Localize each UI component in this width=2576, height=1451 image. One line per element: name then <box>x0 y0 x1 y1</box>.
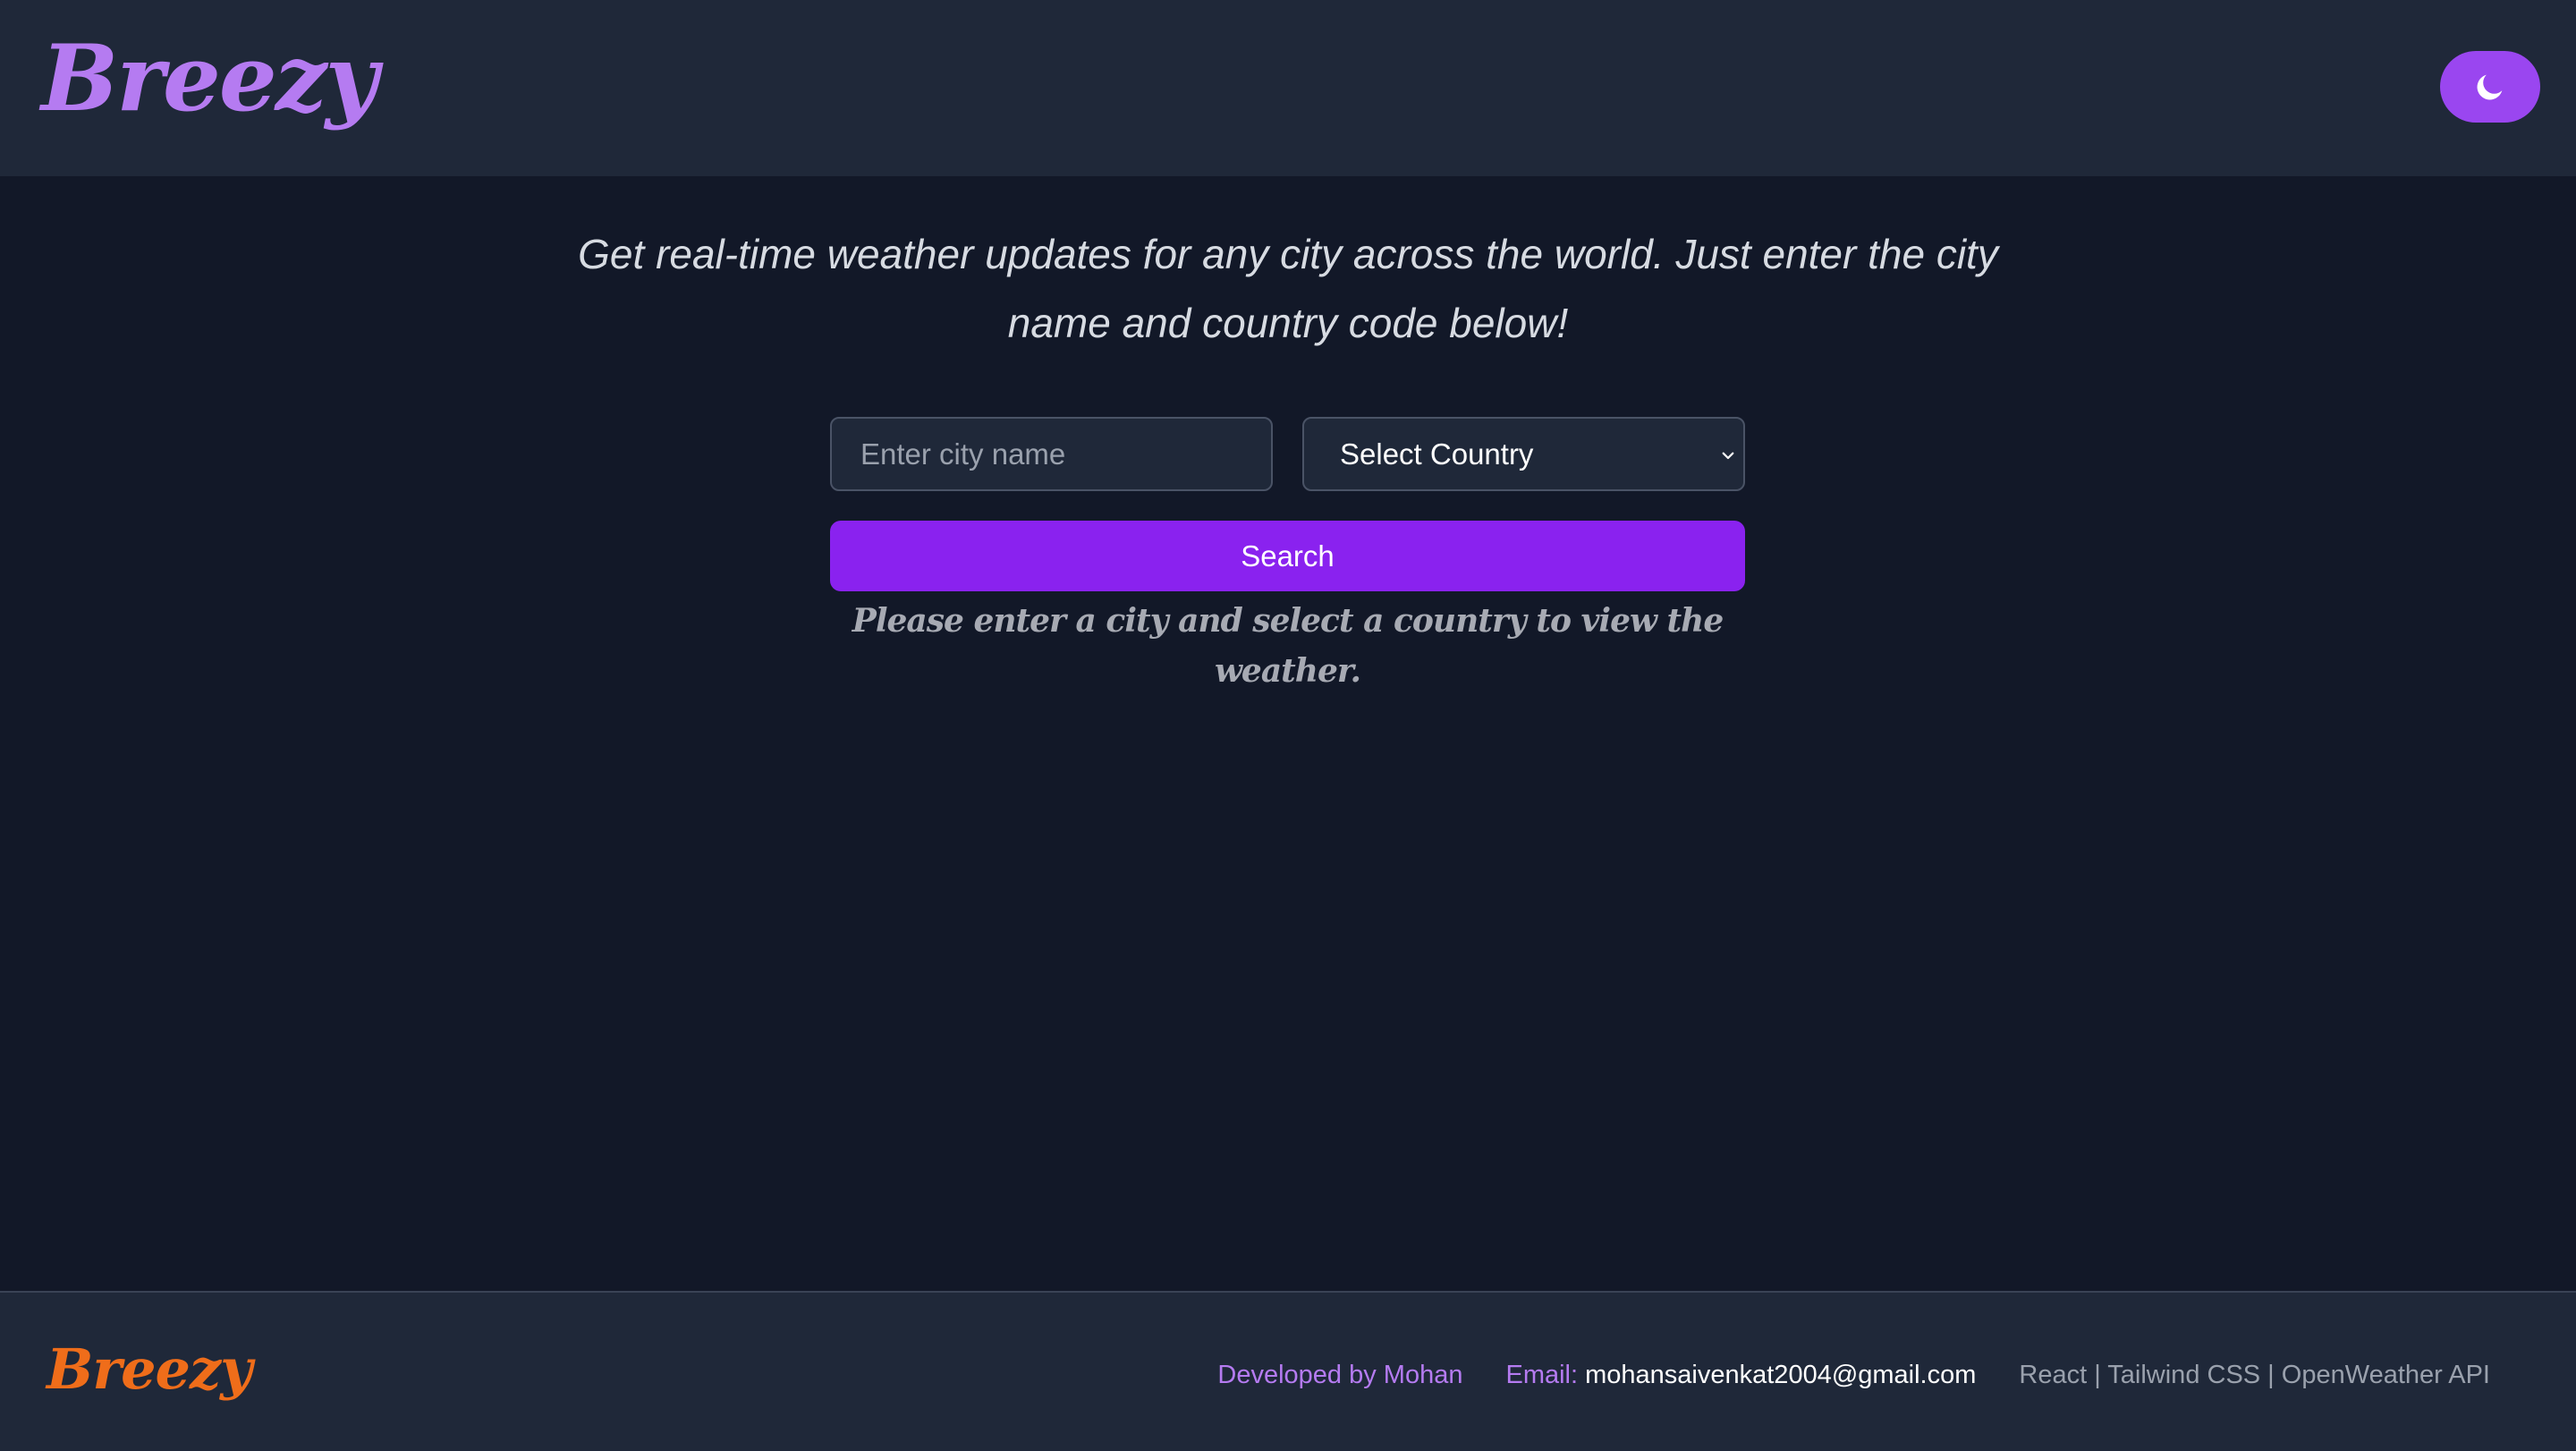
hint-message: Please enter a city and select a country… <box>852 602 1724 690</box>
page: Breezy Get real-time weather updates for… <box>0 0 2576 1451</box>
app-header: Breezy <box>0 0 2576 176</box>
email-link[interactable]: mohansaivenkat2004@gmail.com <box>1585 1361 1976 1389</box>
app-footer: Breezy Developed by Mohan Email: mohansa… <box>0 1291 2576 1451</box>
country-select[interactable]: Select Country <box>1302 417 1745 491</box>
footer-info: Developed by Mohan Email: mohansaivenkat… <box>1217 1357 2490 1393</box>
search-button[interactable]: Search <box>830 521 1745 591</box>
tech-stack: React | Tailwind CSS | OpenWeather API <box>2019 1361 2490 1389</box>
developer-credit: Developed by Mohan <box>1217 1361 1463 1389</box>
tagline: Get real-time weather updates for any ci… <box>578 231 1998 346</box>
chevron-down-icon <box>1722 452 1734 460</box>
theme-toggle-button[interactable] <box>2440 51 2540 123</box>
city-input[interactable] <box>830 417 1273 491</box>
moon-icon <box>2477 74 2503 100</box>
app-logo[interactable]: Breezy <box>41 20 378 139</box>
country-select-value: Select Country <box>1340 437 1534 471</box>
footer-logo: Breezy <box>47 1336 252 1402</box>
email-label: Email: <box>1505 1361 1579 1389</box>
email-info: Email: mohansaivenkat2004@gmail.com <box>1505 1357 1976 1393</box>
